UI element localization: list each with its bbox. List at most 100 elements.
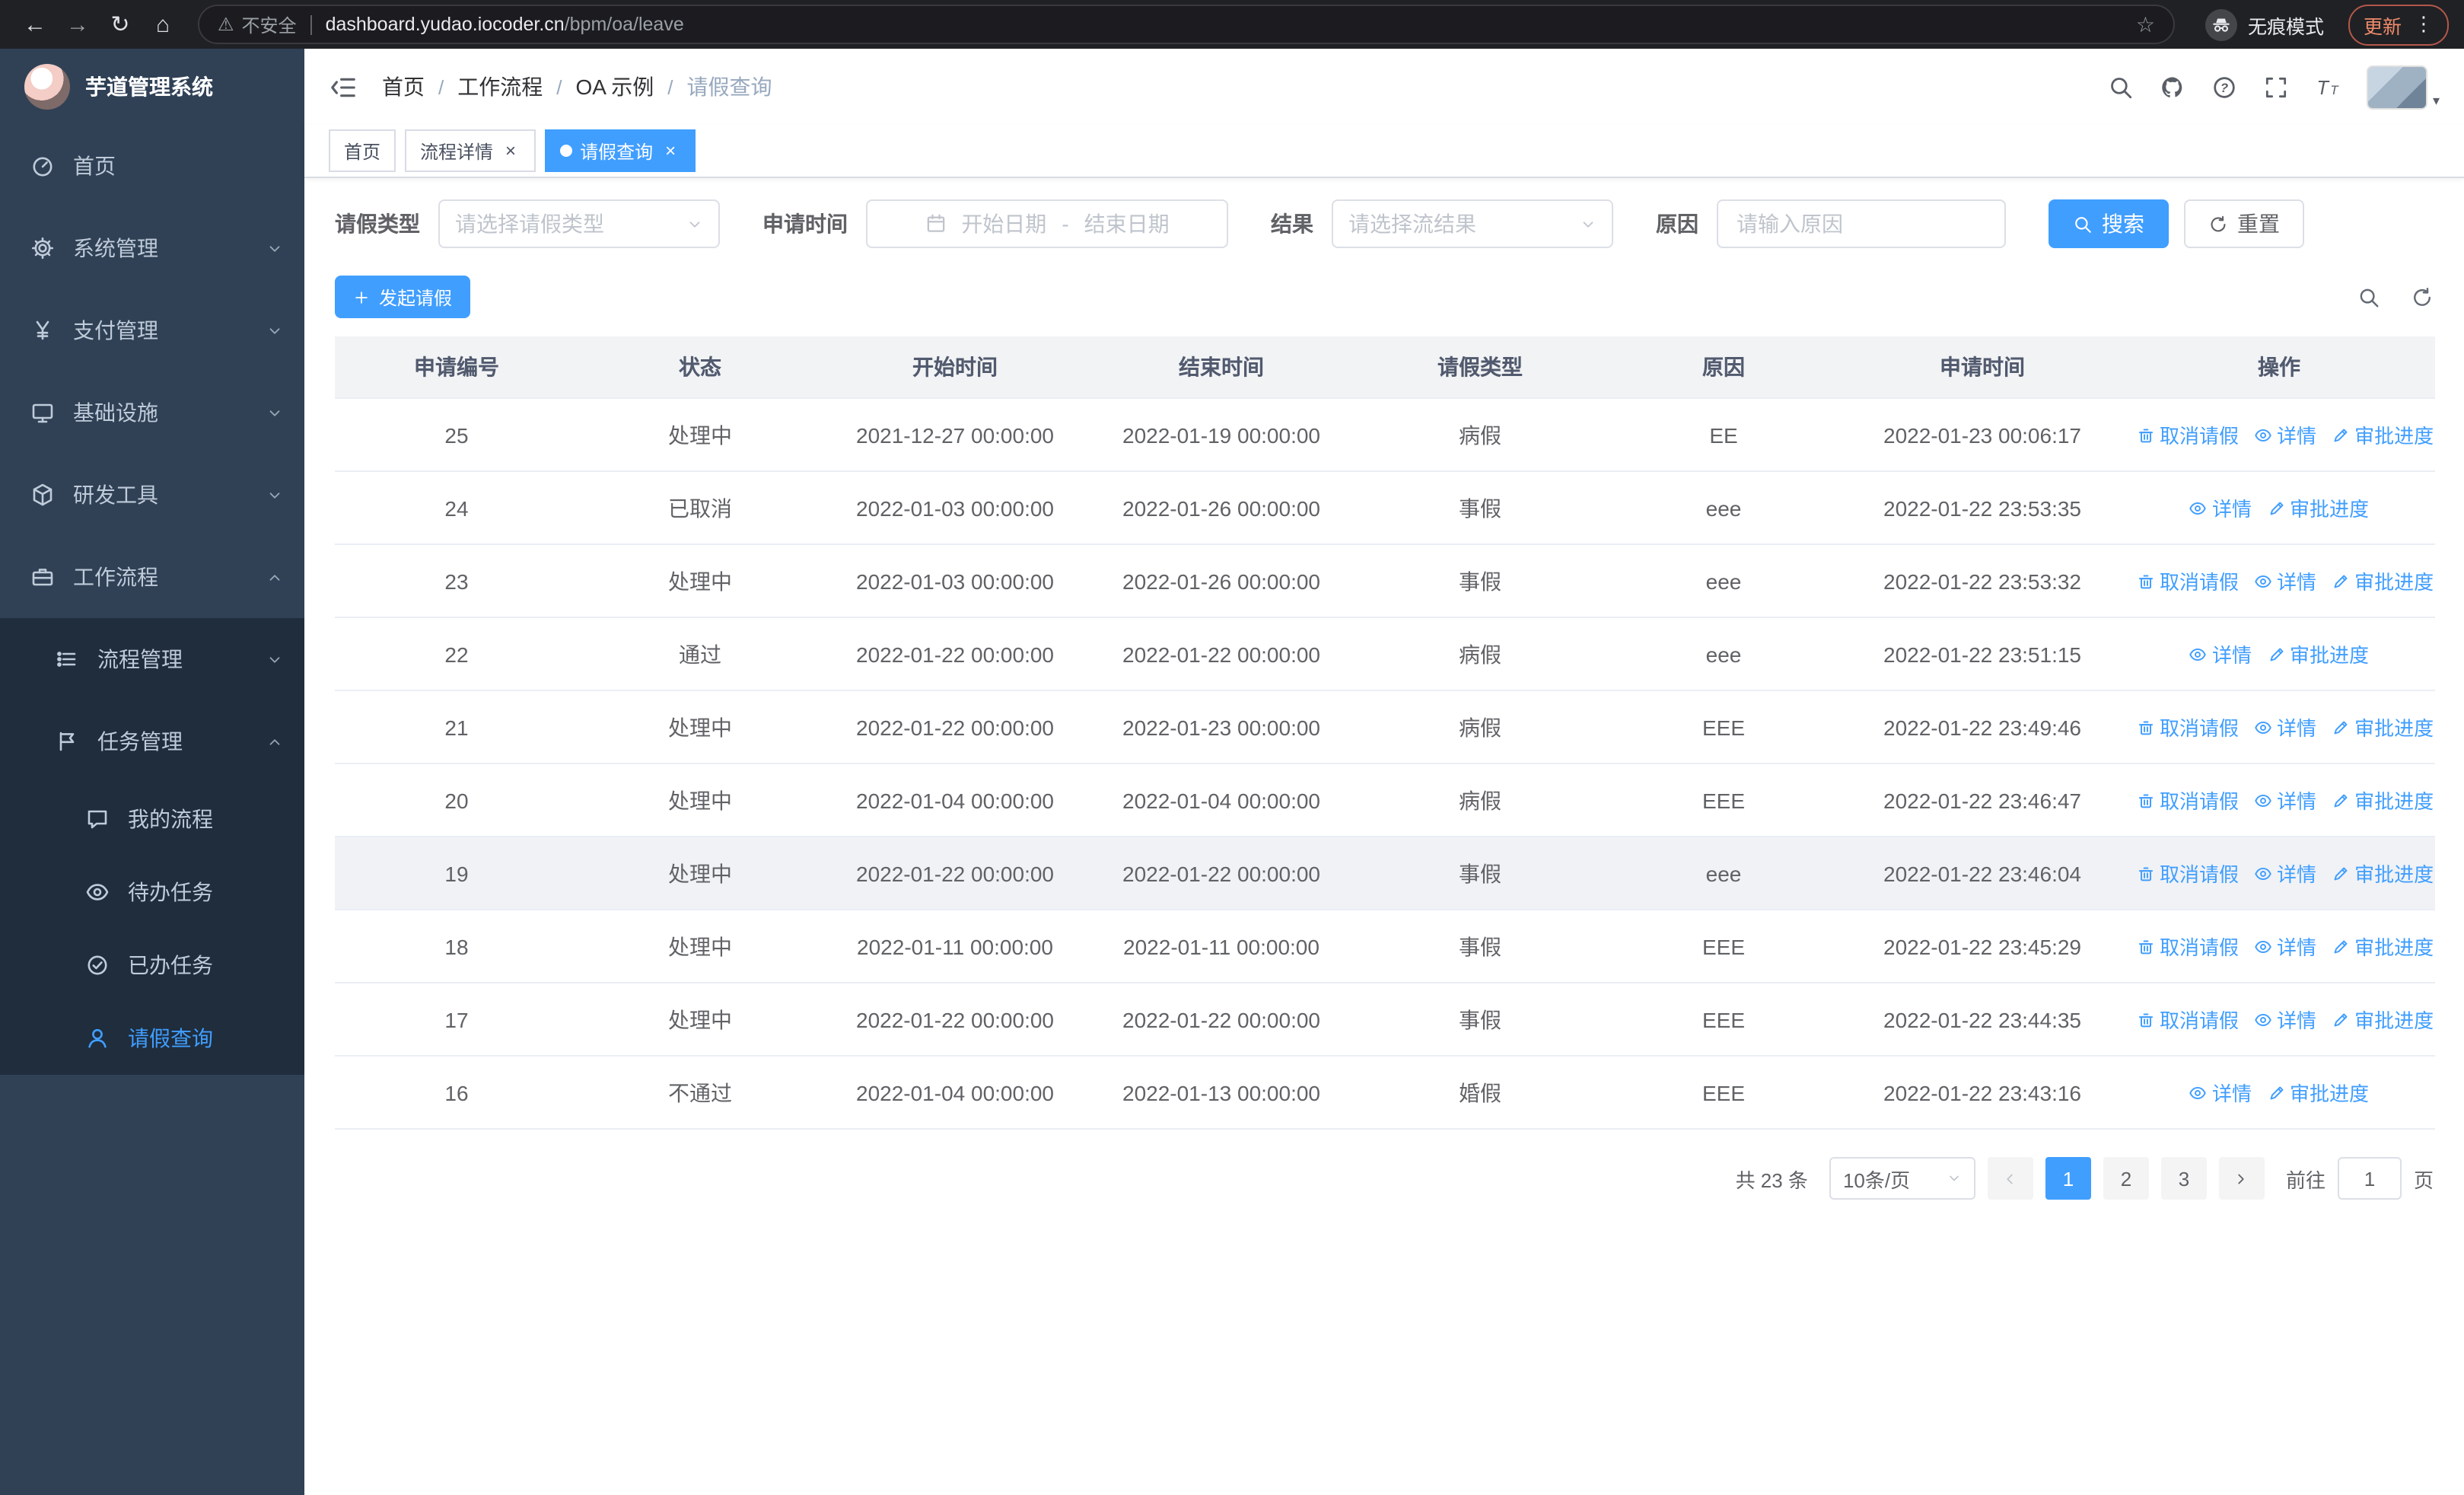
action-cancel-link[interactable]: 取消请假 — [2137, 1005, 2239, 1034]
cell-leave-type: 婚假 — [1355, 1056, 1606, 1130]
apply-time-range-picker[interactable]: 开始日期 - 结束日期 — [866, 199, 1228, 248]
collapse-sidebar-icon[interactable] — [329, 72, 358, 101]
user-avatar[interactable]: ▾ — [2367, 65, 2440, 109]
sidebar-item-process-mgmt[interactable]: 流程管理 — [0, 618, 304, 700]
action-detail-link[interactable]: 详情 — [2254, 932, 2316, 961]
create-leave-button[interactable]: 发起请假 — [335, 276, 471, 318]
refresh-icon — [2208, 214, 2228, 234]
action-detail-link[interactable]: 详情 — [2189, 1078, 2252, 1107]
goto-page-input[interactable]: 1 — [2337, 1157, 2402, 1200]
action-cancel-link[interactable]: 取消请假 — [2137, 786, 2239, 814]
search-icon[interactable] — [2109, 74, 2135, 100]
tab-home[interactable]: 首页 — [329, 129, 396, 172]
action-progress-link[interactable]: 审批进度 — [2332, 786, 2434, 814]
result-select[interactable]: 请选择流结果 — [1332, 199, 1613, 248]
tab-leave-query[interactable]: 请假查询 × — [545, 129, 696, 172]
action-progress-link[interactable]: 审批进度 — [2332, 566, 2434, 595]
sidebar-item-infra[interactable]: 基础设施 — [0, 371, 304, 454]
action-cancel-link[interactable]: 取消请假 — [2137, 932, 2239, 961]
table-row: 21 处理中 2022-01-22 00:00:00 2022-01-23 00… — [335, 690, 2435, 764]
sidebar-item-system[interactable]: 系统管理 — [0, 207, 304, 289]
incognito-label: 无痕模式 — [2247, 16, 2324, 37]
action-detail-link[interactable]: 详情 — [2254, 566, 2316, 595]
cell-actions: 取消请假 详情 审批进度 — [2123, 910, 2435, 983]
breadcrumb-workflow[interactable]: 工作流程 — [457, 72, 543, 102]
action-cancel-link[interactable]: 取消请假 — [2137, 712, 2239, 741]
cell-reason: EE — [1606, 398, 1842, 472]
next-page-button[interactable] — [2218, 1157, 2265, 1200]
cell-reason: eee — [1606, 617, 1842, 691]
calendar-icon — [925, 213, 946, 234]
action-detail-link[interactable]: 详情 — [2189, 639, 2252, 668]
sidebar-item-home[interactable]: 首页 — [0, 125, 304, 207]
action-cancel-link[interactable]: 取消请假 — [2137, 566, 2239, 595]
tags-view-bar: 首页 流程详情 × 请假查询 × — [304, 125, 2464, 178]
action-detail-link[interactable]: 详情 — [2189, 493, 2252, 522]
action-progress-link[interactable]: 审批进度 — [2332, 859, 2434, 888]
cell-reason: eee — [1606, 837, 1842, 910]
action-cancel-link[interactable]: 取消请假 — [2137, 420, 2239, 449]
sidebar-item-my-process[interactable]: 我的流程 — [0, 783, 304, 856]
leave-type-label: 请假类型 — [335, 212, 420, 236]
bookmark-star-icon[interactable]: ☆ — [2136, 11, 2155, 37]
action-detail-link[interactable]: 详情 — [2254, 859, 2316, 888]
sidebar-item-task-mgmt[interactable]: 任务管理 — [0, 700, 304, 783]
search-button[interactable]: 搜索 — [2049, 199, 2169, 248]
cell-actions: 详情 审批进度 — [2123, 617, 2435, 691]
action-detail-link[interactable]: 详情 — [2254, 1005, 2316, 1034]
close-icon[interactable]: × — [661, 142, 680, 160]
browser-menu-icon[interactable]: ⋮ — [2414, 12, 2434, 37]
table-toolbar: 发起请假 — [335, 276, 2434, 318]
tab-process-detail[interactable]: 流程详情 × — [405, 129, 536, 172]
action-progress-link[interactable]: 审批进度 — [2267, 639, 2369, 668]
action-progress-link[interactable]: 审批进度 — [2267, 493, 2369, 522]
toggle-search-icon[interactable] — [2357, 285, 2380, 308]
action-progress-link[interactable]: 审批进度 — [2267, 1078, 2369, 1107]
action-progress-link[interactable]: 审批进度 — [2332, 932, 2434, 961]
action-progress-link[interactable]: 审批进度 — [2332, 1005, 2434, 1034]
github-icon[interactable] — [2160, 74, 2186, 100]
sidebar-item-todo-tasks[interactable]: 待办任务 — [0, 856, 304, 929]
action-progress-link[interactable]: 审批进度 — [2332, 420, 2434, 449]
action-detail-link[interactable]: 详情 — [2254, 420, 2316, 449]
page-size-select[interactable]: 10条/页 — [1829, 1157, 1975, 1200]
action-detail-link[interactable]: 详情 — [2254, 712, 2316, 741]
page-2-button[interactable]: 2 — [2103, 1157, 2149, 1200]
action-detail-link[interactable]: 详情 — [2254, 786, 2316, 814]
chevron-down-icon — [1947, 1171, 1962, 1186]
help-icon[interactable]: ? — [2212, 74, 2238, 100]
breadcrumb-home[interactable]: 首页 — [382, 72, 425, 102]
sidebar-item-done-tasks[interactable]: 已办任务 — [0, 929, 304, 1002]
reset-button[interactable]: 重置 — [2184, 199, 2304, 248]
prev-page-button[interactable] — [1987, 1157, 2033, 1200]
back-icon[interactable]: ← — [15, 11, 55, 37]
sidebar-item-payment[interactable]: 支付管理 — [0, 289, 304, 371]
cell-leave-type: 病假 — [1355, 398, 1606, 472]
chevron-down-icon — [266, 651, 283, 668]
update-button[interactable]: 更新 ⋮ — [2348, 4, 2449, 45]
url-bar[interactable]: ⚠ 不安全 dashboard.yudao.iocoder.cn /bpm/oa… — [198, 5, 2175, 44]
avatar[interactable] — [2367, 65, 2428, 109]
close-icon[interactable]: × — [501, 142, 520, 160]
action-cancel-link[interactable]: 取消请假 — [2137, 859, 2239, 888]
cell-start-time: 2022-01-22 00:00:00 — [822, 690, 1088, 764]
fullscreen-icon[interactable] — [2264, 74, 2290, 100]
font-size-icon[interactable]: TT — [2316, 74, 2341, 100]
action-progress-link[interactable]: 审批进度 — [2332, 712, 2434, 741]
breadcrumb-oa-demo[interactable]: OA 示例 — [576, 72, 654, 102]
cell-reason: EEE — [1606, 910, 1842, 983]
forward-icon[interactable]: → — [58, 11, 97, 37]
leave-type-select[interactable]: 请选择请假类型 — [438, 199, 720, 248]
home-icon[interactable]: ⌂ — [143, 11, 183, 37]
sidebar-item-devtools[interactable]: 研发工具 — [0, 454, 304, 536]
page-3-button[interactable]: 3 — [2160, 1157, 2207, 1200]
leave-table: 申请编号 状态 开始时间 结束时间 请假类型 原因 申请时间 操作 25 处理中… — [335, 336, 2435, 1130]
page-1-button[interactable]: 1 — [2045, 1157, 2091, 1200]
refresh-table-icon[interactable] — [2411, 285, 2434, 308]
reload-icon[interactable]: ↻ — [100, 11, 140, 38]
reason-input[interactable]: 请输入原因 — [1717, 199, 2006, 248]
active-dot — [560, 145, 573, 157]
sidebar-item-leave-query[interactable]: 请假查询 — [0, 1002, 304, 1075]
cell-apply-time: 2022-01-22 23:53:32 — [1842, 544, 2123, 618]
sidebar-item-workflow[interactable]: 工作流程 — [0, 536, 304, 618]
